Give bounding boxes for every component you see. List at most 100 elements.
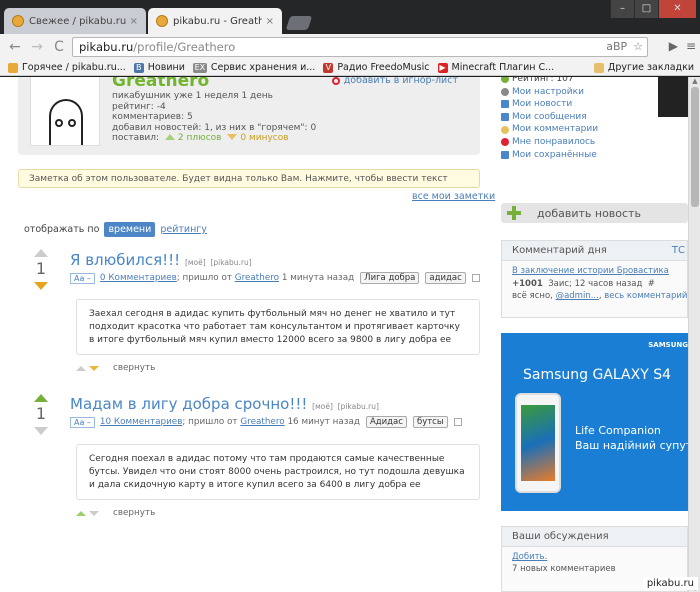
tab-strip: Свежее / pikabu.ru - Все × pikabu.ru - G…	[0, 0, 700, 34]
menu-item-comments[interactable]: Мои комментарии	[501, 123, 651, 136]
bookmark-item[interactable]: ▶ Minecraft Плагин С...	[437, 62, 554, 73]
all-notes-link[interactable]: все мои заметки	[412, 191, 495, 202]
ad-thumbnail	[658, 77, 688, 117]
comment-of-day: Комментарий дня ТС В заключение истории …	[501, 240, 688, 318]
browser-toolbar: ← → C pikabu.ru/profile/Greathero aBP ☆ …	[0, 34, 700, 60]
bookmark-item[interactable]: Горячее / pikabu.ru...	[8, 62, 126, 73]
back-button[interactable]: ←	[4, 39, 26, 55]
plus-votes: 2 плюсов	[177, 133, 222, 143]
small-upvote-icon[interactable]	[76, 510, 86, 516]
tag[interactable]: бутсы	[412, 416, 448, 428]
scroll-up-icon[interactable]: ▲	[689, 77, 700, 85]
menu-item-rating: Рейтинг: 107	[501, 77, 651, 86]
author-link[interactable]: Greathero	[235, 273, 279, 283]
comments-link[interactable]: 10 Комментариев	[100, 417, 182, 427]
story-link[interactable]: В заключение истории Бровастика	[512, 266, 669, 276]
upvote-icon[interactable]	[34, 394, 48, 402]
new-tab-button[interactable]	[285, 16, 313, 30]
scrollbar[interactable]: ▲ ▼	[688, 77, 700, 592]
scroll-thumb[interactable]	[691, 87, 699, 207]
menu-icon[interactable]: ≡	[686, 39, 696, 53]
upvote-icon[interactable]	[34, 249, 48, 257]
font-size-toggle[interactable]: Аа –	[70, 272, 95, 284]
user-menu: Рейтинг: 107 Мои настройки Мои новости М…	[501, 77, 651, 161]
saved-icon	[501, 150, 509, 159]
tab-profile[interactable]: pikabu.ru - Greathero ×	[148, 8, 282, 34]
tab-close-icon[interactable]: ×	[266, 16, 274, 27]
post-vote: 1	[32, 249, 50, 290]
tag[interactable]: адидас	[425, 272, 466, 284]
stat-votes: поставил: 2 плюсов 0 минусов	[112, 133, 289, 143]
bookmark-item[interactable]: V Радио FreedoMusic	[323, 62, 430, 73]
comments-icon	[501, 125, 509, 134]
close-window-button[interactable]: ✕	[658, 0, 696, 18]
heart-icon	[501, 138, 509, 147]
menu-item-saved[interactable]: Мои сохранённые	[501, 149, 651, 162]
post-title[interactable]: Мадам в лигу добра срочно!!! [моё] [pika…	[70, 395, 379, 413]
stat-comments: комментариев: 5	[112, 112, 193, 122]
post-vote: 1	[32, 394, 50, 435]
comment-author[interactable]: Заис	[548, 279, 569, 289]
discussion-link[interactable]: Добить.	[512, 551, 677, 563]
save-icon[interactable]	[453, 418, 462, 426]
downvote-icon[interactable]	[34, 427, 48, 435]
post-footer: свернуть	[76, 508, 155, 518]
small-downvote-icon[interactable]	[89, 510, 99, 516]
menu-item-messages[interactable]: Мои сообщения	[501, 111, 651, 124]
post-rating: 1	[35, 404, 47, 423]
menu-item-news[interactable]: Мои новости	[501, 98, 651, 111]
comments-link[interactable]: 0 Комментариев	[100, 273, 177, 283]
collapse-link[interactable]: свернуть	[113, 508, 155, 518]
bookmark-item[interactable]: EX Сервис хранения и...	[192, 62, 315, 73]
reload-button[interactable]: C	[48, 39, 70, 55]
save-icon[interactable]	[471, 274, 480, 282]
radio-icon: V	[323, 62, 334, 73]
font-size-toggle[interactable]: Аа –	[70, 416, 95, 428]
post-footer: свернуть	[76, 363, 155, 373]
comment-of-day-header: Комментарий дня ТС	[502, 241, 687, 261]
sort-by-time[interactable]: времени	[104, 222, 156, 237]
star-icon[interactable]: ☆	[633, 40, 643, 53]
rating-icon	[501, 77, 509, 84]
pikabu-icon	[8, 62, 18, 73]
ad-title: Samsung GALAXY S4	[523, 367, 671, 383]
folder-icon	[593, 62, 604, 73]
tab-fresh[interactable]: Свежее / pikabu.ru - Все ×	[4, 8, 146, 34]
sort-control: отображать по времени рейтингу	[24, 222, 207, 237]
address-bar[interactable]: pikabu.ru/profile/Greathero aBP ☆	[72, 37, 648, 57]
author-link[interactable]: Greathero	[240, 417, 284, 427]
sort-by-rating[interactable]: рейтингу	[160, 224, 207, 235]
tag[interactable]: Лига добра	[360, 272, 420, 284]
post-rating: 1	[35, 259, 47, 278]
minimize-button[interactable]: –	[610, 0, 634, 18]
bookmark-item[interactable]: B Новини	[133, 62, 185, 73]
profile-stats: пикабушник уже 1 неделя 1 день рейтинг: …	[112, 91, 316, 144]
ad-text: Life Companion Ваш надійний супут	[575, 424, 688, 452]
discussions-header: Ваши обсуждения	[502, 527, 687, 547]
post-title[interactable]: Я влюбился!!! [моё] [pikabu.ru]	[70, 251, 252, 269]
downvote-icon[interactable]	[34, 282, 48, 290]
other-bookmarks[interactable]: Другие закладки	[593, 62, 694, 73]
tab-close-icon[interactable]: ×	[130, 16, 138, 27]
comment-score: +1001	[512, 278, 543, 289]
small-downvote-icon[interactable]	[89, 365, 99, 371]
small-upvote-icon[interactable]	[76, 365, 86, 371]
ignore-link[interactable]: добавить в игнор-лист	[331, 77, 458, 86]
profile-username: Greathero	[112, 77, 210, 91]
minus-votes: 0 минусов	[240, 133, 289, 143]
extension-icon[interactable]: ▶	[669, 39, 678, 53]
menu-item-liked[interactable]: Мне понравилось	[501, 136, 651, 149]
extension-badge-icon[interactable]: aBP	[606, 40, 627, 53]
mention-link[interactable]: @admin...	[556, 291, 599, 301]
tag[interactable]: Адидас	[365, 416, 407, 428]
maximize-button[interactable]: □	[634, 0, 658, 18]
messages-icon	[501, 113, 509, 122]
user-note-field[interactable]: Заметка об этом пользователе. Будет видн…	[18, 169, 480, 188]
add-news-button[interactable]: добавить новость	[501, 203, 688, 223]
post-meta: Аа – 10 Комментариев; пришло от Greather…	[70, 416, 462, 428]
full-comment-link[interactable]: весь комментарий	[604, 291, 687, 301]
forward-button[interactable]: →	[26, 39, 48, 55]
collapse-link[interactable]: свернуть	[113, 363, 155, 373]
menu-item-settings[interactable]: Мои настройки	[501, 86, 651, 99]
samsung-ad-banner[interactable]: SAMSUNG Samsung GALAXY S4 Life Companion…	[501, 333, 688, 511]
